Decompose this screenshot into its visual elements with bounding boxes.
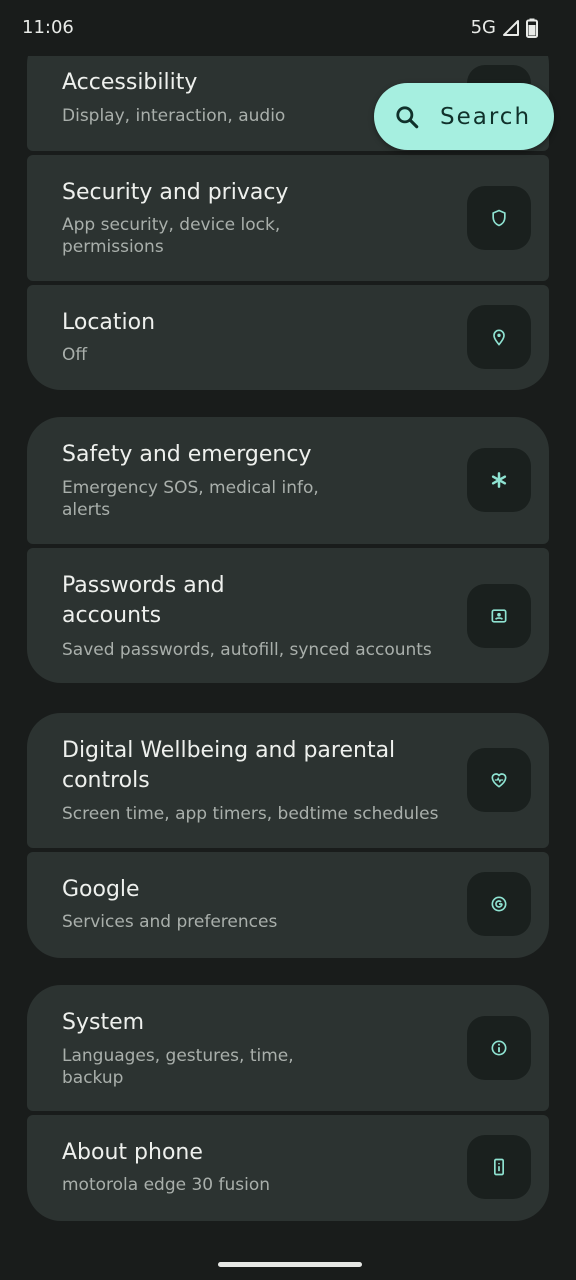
settings-item-title: Location [62,310,156,335]
search-button-label: Search [440,103,532,130]
account-box-icon [467,584,531,648]
status-icons: 5G [471,17,538,38]
shield-icon [467,186,531,250]
settings-item-subtitle: Screen time, app timers, bedtime schedul… [62,804,439,824]
status-time: 11:06 [22,17,74,38]
settings-item-title: Safety and emergency [62,442,312,467]
settings-item-subtitle: App security, device lock, permissions [62,215,281,257]
signal-icon [503,19,519,36]
settings-item-title: Digital Wellbeing and parental controls [62,738,396,793]
settings-item-title: System [62,1010,145,1035]
settings-item-passwords-accounts[interactable]: Passwords and accounts Saved passwords, … [27,548,549,683]
settings-item-title: Passwords and accounts [62,573,225,628]
google-icon [467,872,531,936]
settings-item-location[interactable]: Location Off [27,285,549,390]
settings-item-subtitle: motorola edge 30 fusion [62,1175,271,1195]
settings-item-subtitle: Services and preferences [62,912,278,932]
status-bar: 11:06 5G [0,0,576,56]
battery-icon [526,18,538,38]
settings-screen: Accessibility Display, interaction, audi… [0,0,576,1280]
settings-item-system[interactable]: System Languages, gestures, time, backup [27,985,549,1111]
info-icon [467,1016,531,1080]
settings-item-subtitle: Saved passwords, autofill, synced accoun… [62,640,432,660]
settings-item-digital-wellbeing[interactable]: Digital Wellbeing and parental controls … [27,713,549,848]
search-button[interactable]: Search [374,83,554,150]
location-pin-icon [467,305,531,369]
settings-item-title: Google [62,877,140,902]
settings-item-title: Accessibility [62,70,198,95]
settings-item-security-privacy[interactable]: Security and privacy App security, devic… [27,155,549,281]
network-type: 5G [470,17,496,38]
phone-info-icon [467,1135,531,1199]
settings-item-title: About phone [62,1140,203,1165]
settings-group-system: System Languages, gestures, time, backup… [27,985,549,1221]
settings-item-title: Security and privacy [62,180,289,205]
search-icon [396,105,419,128]
heart-icon [467,748,531,812]
settings-item-subtitle: Languages, gestures, time, backup [62,1046,294,1088]
gesture-nav-handle[interactable] [218,1262,362,1267]
settings-group-wellbeing: Digital Wellbeing and parental controls … [27,713,549,958]
settings-item-subtitle: Emergency SOS, medical info, alerts [62,478,319,520]
settings-item-subtitle: Off [62,345,88,365]
settings-group-safety: Safety and emergency Emergency SOS, medi… [27,417,549,683]
asterisk-icon [467,448,531,512]
settings-item-about-phone[interactable]: About phone motorola edge 30 fusion [27,1115,549,1221]
settings-item-google[interactable]: Google Services and preferences [27,852,549,958]
settings-item-safety-emergency[interactable]: Safety and emergency Emergency SOS, medi… [27,417,549,544]
